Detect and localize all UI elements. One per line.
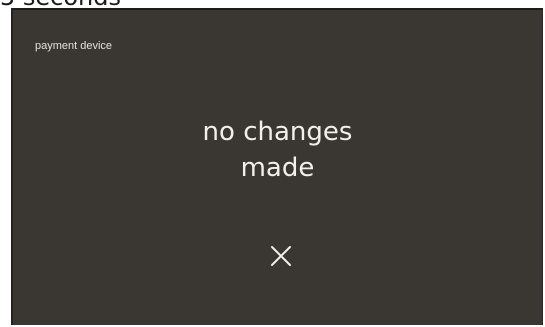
page: 5 seconds payment device no changes made bbox=[0, 0, 545, 327]
status-message-line-1: no changes bbox=[202, 117, 353, 147]
status-message: no changes made bbox=[13, 114, 542, 186]
status-message-line-2: made bbox=[240, 153, 315, 183]
close-button[interactable] bbox=[269, 244, 293, 268]
screen-title: payment device bbox=[35, 40, 113, 52]
device-screen: payment device no changes made bbox=[11, 8, 543, 325]
close-icon bbox=[271, 246, 291, 266]
